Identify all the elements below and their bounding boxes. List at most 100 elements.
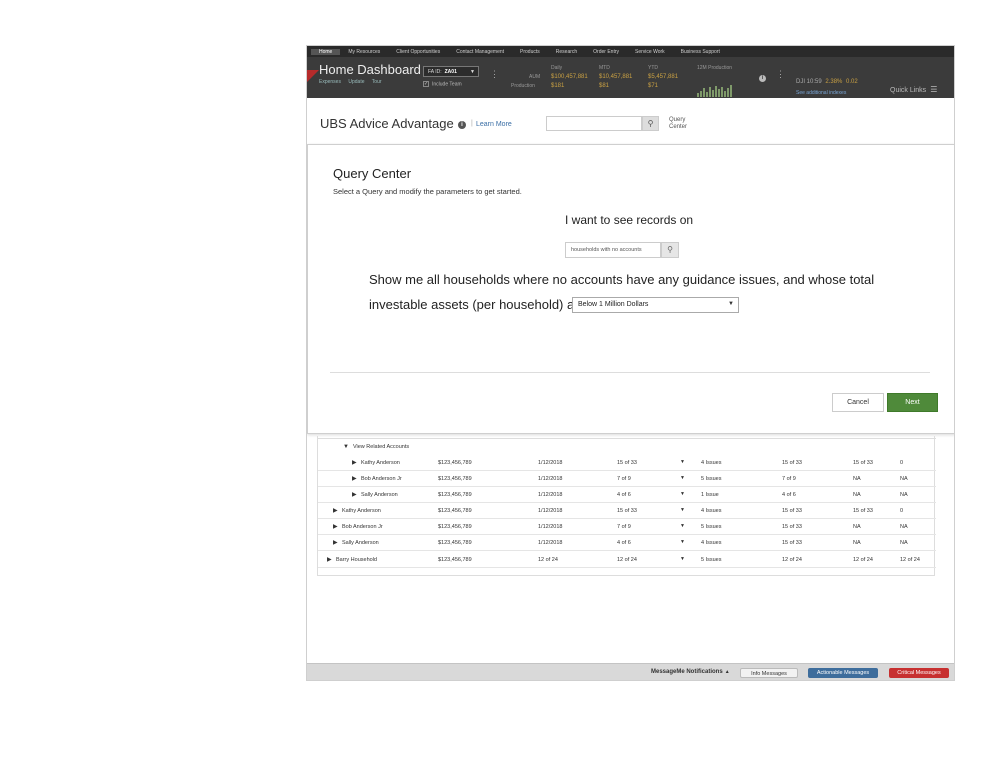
table-row[interactable]: ▶ Kathy Anderson $123,456,789 1/12/2018 … xyxy=(318,455,936,471)
nav-item-research[interactable]: Research xyxy=(548,49,585,55)
records-input[interactable]: households with no accounts xyxy=(565,242,661,258)
spark-bar xyxy=(700,91,702,97)
market-index-name: DJI xyxy=(796,79,805,85)
nav-item-order-entry[interactable]: Order Entry xyxy=(585,49,627,55)
nav-item-products[interactable]: Products xyxy=(512,49,548,55)
mtd-aum-value: $10,457,881 xyxy=(599,74,633,80)
market-change-abs: 0.02 xyxy=(846,79,858,85)
ytd-label: YTD xyxy=(648,65,658,71)
top-nav: Home My Resources Client Opportunities C… xyxy=(307,46,954,57)
chevron-down-icon[interactable]: ▼ xyxy=(680,475,685,481)
chevron-down-icon[interactable]: ▼ xyxy=(680,523,685,529)
chevron-down-icon[interactable]: ▼ xyxy=(680,459,685,465)
include-team-checkbox[interactable]: ✓ Include Team xyxy=(423,81,462,87)
expand-icon[interactable]: ▶ xyxy=(352,491,357,498)
row-name: Kathy Anderson xyxy=(342,508,381,514)
quick-links-label: Quick Links xyxy=(890,87,927,94)
aum-label: AUM xyxy=(529,74,541,80)
row-col2: 15 of 33 xyxy=(782,460,802,466)
row-col1: 7 of 9 xyxy=(617,524,631,530)
assets-threshold-value: Below 1 Million Dollars xyxy=(578,301,649,308)
dashboard-header: Home Dashboard Expenses Update Tour FA I… xyxy=(307,57,954,98)
app-window: Home My Resources Client Opportunities C… xyxy=(306,45,955,681)
search-icon[interactable]: ⚲ xyxy=(661,242,679,258)
actionable-messages-button[interactable]: Actionable Messages xyxy=(808,668,878,678)
expand-icon[interactable]: ▶ xyxy=(327,556,332,563)
row-col3: NA xyxy=(853,492,861,498)
caret-up-icon: ▲ xyxy=(724,669,730,675)
spark-bar xyxy=(706,92,708,97)
search-input[interactable] xyxy=(546,116,642,131)
nav-item-service-work[interactable]: Service Work xyxy=(627,49,673,55)
table-row[interactable]: ▶ Sally Anderson $123,456,789 1/12/2018 … xyxy=(318,487,936,503)
table-row[interactable]: ▶ Barry Household $123,456,789 12 of 24 … xyxy=(318,552,936,568)
table-row[interactable]: ▶ Bob Anderson Jr $123,456,789 1/12/2018… xyxy=(318,519,936,535)
cancel-button[interactable]: Cancel xyxy=(832,393,884,412)
info-icon[interactable]: i xyxy=(458,121,466,129)
messageme-label: MessageMe Notifications xyxy=(651,669,723,675)
brand-corner xyxy=(307,70,319,82)
view-related-label: View Related Accounts xyxy=(352,444,410,450)
row-issues: 5 Issues xyxy=(701,476,722,482)
row-issues: 4 Issues xyxy=(701,508,722,514)
learn-more-link[interactable]: Learn More xyxy=(476,121,512,128)
messageme-toggle[interactable]: MessageMe Notifications ▲ xyxy=(651,669,730,675)
view-related-accounts-toggle[interactable]: ▼ View Related Accounts xyxy=(343,444,409,450)
daily-aum-value: $100,457,881 xyxy=(551,74,588,80)
critical-messages-button[interactable]: Critical Messages xyxy=(889,668,949,678)
expand-icon[interactable]: ▶ xyxy=(333,523,338,530)
assets-threshold-select[interactable]: Below 1 Million Dollars ▼ xyxy=(572,297,739,313)
row-date: 1/12/2018 xyxy=(538,476,563,482)
expenses-link[interactable]: Expenses xyxy=(319,79,341,85)
row-name: Bob Anderson Jr xyxy=(361,476,402,482)
quick-links-button[interactable]: Quick Links ☰ xyxy=(890,85,937,94)
row-col1: 4 of 6 xyxy=(617,492,631,498)
ytd-aum-value: $5,457,881 xyxy=(648,74,679,80)
row-name: Sally Anderson xyxy=(361,492,398,498)
row-col2: 15 of 33 xyxy=(782,540,802,546)
row-amount: $123,456,789 xyxy=(438,492,472,498)
row-col2: 15 of 33 xyxy=(782,524,802,530)
spark-bar xyxy=(727,88,729,97)
next-button[interactable]: Next xyxy=(887,393,938,412)
kebab-menu-icon[interactable]: ⋮ xyxy=(776,69,785,80)
row-col4: 0 xyxy=(900,460,904,466)
row-name: Kathy Anderson xyxy=(361,460,400,466)
query-center-link[interactable]: Query Center xyxy=(669,117,687,131)
table-row[interactable]: ▶ Bob Anderson Jr $123,456,789 1/12/2018… xyxy=(318,471,936,487)
divider: | xyxy=(471,120,473,127)
table-row[interactable]: ▶ Kathy Anderson $123,456,789 1/12/2018 … xyxy=(318,503,936,519)
query-center-line1: Query xyxy=(669,117,686,123)
chevron-down-icon[interactable]: ▼ xyxy=(680,491,685,497)
nav-item-my-resources[interactable]: My Resources xyxy=(340,49,388,55)
spark-bar xyxy=(697,93,699,97)
expand-icon[interactable]: ▶ xyxy=(333,507,338,514)
kebab-menu-icon[interactable]: ⋮ xyxy=(490,69,499,80)
info-icon[interactable]: i xyxy=(759,75,766,82)
additional-indexes-link[interactable]: See additional indexes xyxy=(796,90,846,96)
update-link[interactable]: Update xyxy=(348,79,364,85)
mtd-production-value: $81 xyxy=(599,83,610,89)
info-messages-button[interactable]: Info Messages xyxy=(740,668,798,678)
chevron-down-icon[interactable]: ▼ xyxy=(680,539,685,545)
expand-icon[interactable]: ▶ xyxy=(352,475,357,482)
nav-item-home[interactable]: Home xyxy=(311,48,341,55)
nav-item-business-support[interactable]: Business Support xyxy=(673,49,728,55)
households-table: ▼ View Related Accounts ▶ Kathy Anderson … xyxy=(317,436,936,576)
spark-bar xyxy=(715,86,717,97)
row-col1: 12 of 24 xyxy=(617,557,637,563)
expand-icon[interactable]: ▶ xyxy=(352,459,357,466)
chevron-down-icon[interactable]: ▼ xyxy=(680,507,685,513)
fa-id-select[interactable]: FA ID: ZA01 ▼ xyxy=(423,66,479,77)
tour-link[interactable]: Tour xyxy=(372,79,382,85)
table-row[interactable]: ▶ Sally Anderson $123,456,789 1/12/2018 … xyxy=(318,535,936,551)
search-icon[interactable]: ⚲ xyxy=(642,116,659,131)
chevron-down-icon[interactable]: ▼ xyxy=(680,556,685,562)
row-col1: 15 of 33 xyxy=(617,508,637,514)
nav-item-client-opportunities[interactable]: Client Opportunities xyxy=(388,49,448,55)
nav-item-contact-management[interactable]: Contact Management xyxy=(448,49,512,55)
expand-icon[interactable]: ▶ xyxy=(333,539,338,546)
row-col4: NA xyxy=(900,492,908,498)
row-col2: 15 of 33 xyxy=(782,508,802,514)
spark-bar xyxy=(709,87,711,97)
